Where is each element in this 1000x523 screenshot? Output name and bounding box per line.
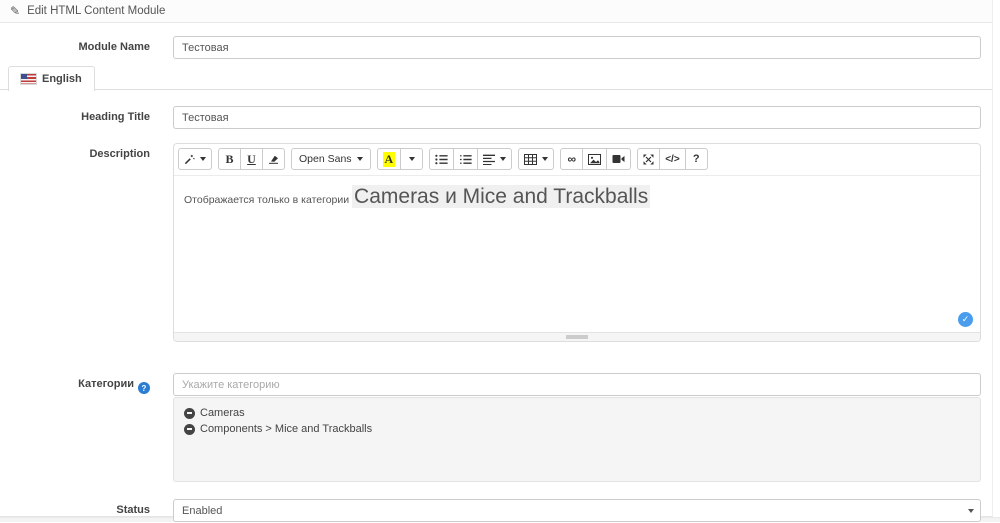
categories-group: Категории Cameras Components > Mice and …: [0, 373, 992, 482]
status-group: Status Enabled: [0, 499, 992, 522]
select-caret-icon: [968, 509, 974, 513]
table-button[interactable]: [518, 148, 554, 170]
chevron-down-icon: [542, 157, 548, 161]
insert-picture-button[interactable]: [582, 148, 607, 170]
category-search-input[interactable]: [173, 373, 981, 396]
unordered-list-icon: [435, 154, 448, 165]
english-flag-icon: [21, 74, 36, 84]
editor-statusbar: [174, 332, 980, 341]
code-view-button[interactable]: </>: [659, 148, 685, 170]
category-item-label: Components > Mice and Trackballs: [200, 421, 372, 437]
status-label: Status: [0, 499, 160, 522]
remove-category-icon[interactable]: [184, 408, 195, 419]
heading-title-input[interactable]: [173, 106, 981, 129]
editor-text-highlighted: Cameras и Mice and Trackballs: [352, 185, 650, 208]
description-label: Description: [0, 143, 160, 342]
check-badge-icon[interactable]: ✓: [958, 312, 973, 327]
insert-link-button[interactable]: ∞: [560, 148, 583, 170]
chevron-down-icon: [357, 157, 363, 161]
category-item[interactable]: Cameras: [184, 405, 970, 421]
font-color-button[interactable]: A: [377, 148, 402, 170]
editor-text-prefix: Отображается только в категории: [184, 194, 352, 206]
fullscreen-button[interactable]: [637, 148, 660, 170]
table-icon: [524, 154, 537, 165]
status-selected-value: Enabled: [182, 505, 222, 517]
description-group: Description B: [0, 143, 992, 342]
font-family-button[interactable]: Open Sans: [291, 148, 371, 170]
picture-icon: [588, 154, 601, 165]
language-tabs: English: [0, 65, 992, 90]
pencil-icon: ✎: [10, 4, 20, 18]
chevron-down-icon: [200, 157, 206, 161]
editor-content-area[interactable]: Отображается только в категории Cameras …: [174, 176, 980, 332]
font-color-icon: A: [383, 152, 396, 167]
chevron-down-icon: [500, 157, 506, 161]
remove-category-icon[interactable]: [184, 424, 195, 435]
video-icon: [612, 154, 625, 164]
category-item[interactable]: Components > Mice and Trackballs: [184, 421, 970, 437]
link-icon: ∞: [567, 153, 576, 165]
heading-title-label: Heading Title: [0, 106, 160, 129]
categories-label-wrap: Категории: [0, 373, 160, 482]
style-magic-button[interactable]: [178, 148, 212, 170]
insert-video-button[interactable]: [606, 148, 631, 170]
ordered-list-button[interactable]: [453, 148, 478, 170]
fullscreen-arrows-icon: [643, 154, 654, 165]
chevron-down-icon: [409, 157, 415, 161]
panel-body: Module Name English Heading Title Descri…: [0, 23, 992, 522]
font-family-value: Open Sans: [299, 153, 352, 165]
category-item-label: Cameras: [200, 405, 245, 421]
module-name-label: Module Name: [0, 36, 160, 59]
panel-title: Edit HTML Content Module: [27, 5, 165, 17]
selected-categories-list: Cameras Components > Mice and Trackballs: [173, 397, 981, 482]
eraser-icon: [268, 154, 279, 164]
edit-module-panel: ✎ Edit HTML Content Module Module Name E…: [0, 0, 993, 517]
heading-title-group: Heading Title: [0, 106, 992, 129]
underline-button[interactable]: U: [240, 148, 263, 170]
bold-button[interactable]: B: [218, 148, 241, 170]
unordered-list-button[interactable]: [429, 148, 454, 170]
font-color-dropdown-button[interactable]: [400, 148, 423, 170]
categories-label: Категории: [78, 378, 134, 390]
ordered-list-icon: [459, 154, 472, 165]
align-left-icon: [483, 154, 495, 165]
module-name-group: Module Name: [0, 36, 992, 59]
magic-wand-icon: [184, 154, 195, 165]
module-name-input[interactable]: [173, 36, 981, 59]
paragraph-align-button[interactable]: [477, 148, 512, 170]
tab-english[interactable]: English: [8, 66, 95, 91]
clear-formatting-button[interactable]: [262, 148, 285, 170]
resize-grip-handle[interactable]: [566, 335, 588, 339]
help-button[interactable]: ?: [685, 148, 708, 170]
tab-english-label: English: [42, 73, 82, 85]
wysiwyg-editor: B U Open Sans: [173, 143, 981, 342]
panel-heading: ✎ Edit HTML Content Module: [0, 0, 992, 23]
editor-toolbar: B U Open Sans: [174, 144, 980, 176]
help-tooltip-icon[interactable]: [138, 382, 150, 394]
status-select[interactable]: Enabled: [173, 499, 981, 522]
